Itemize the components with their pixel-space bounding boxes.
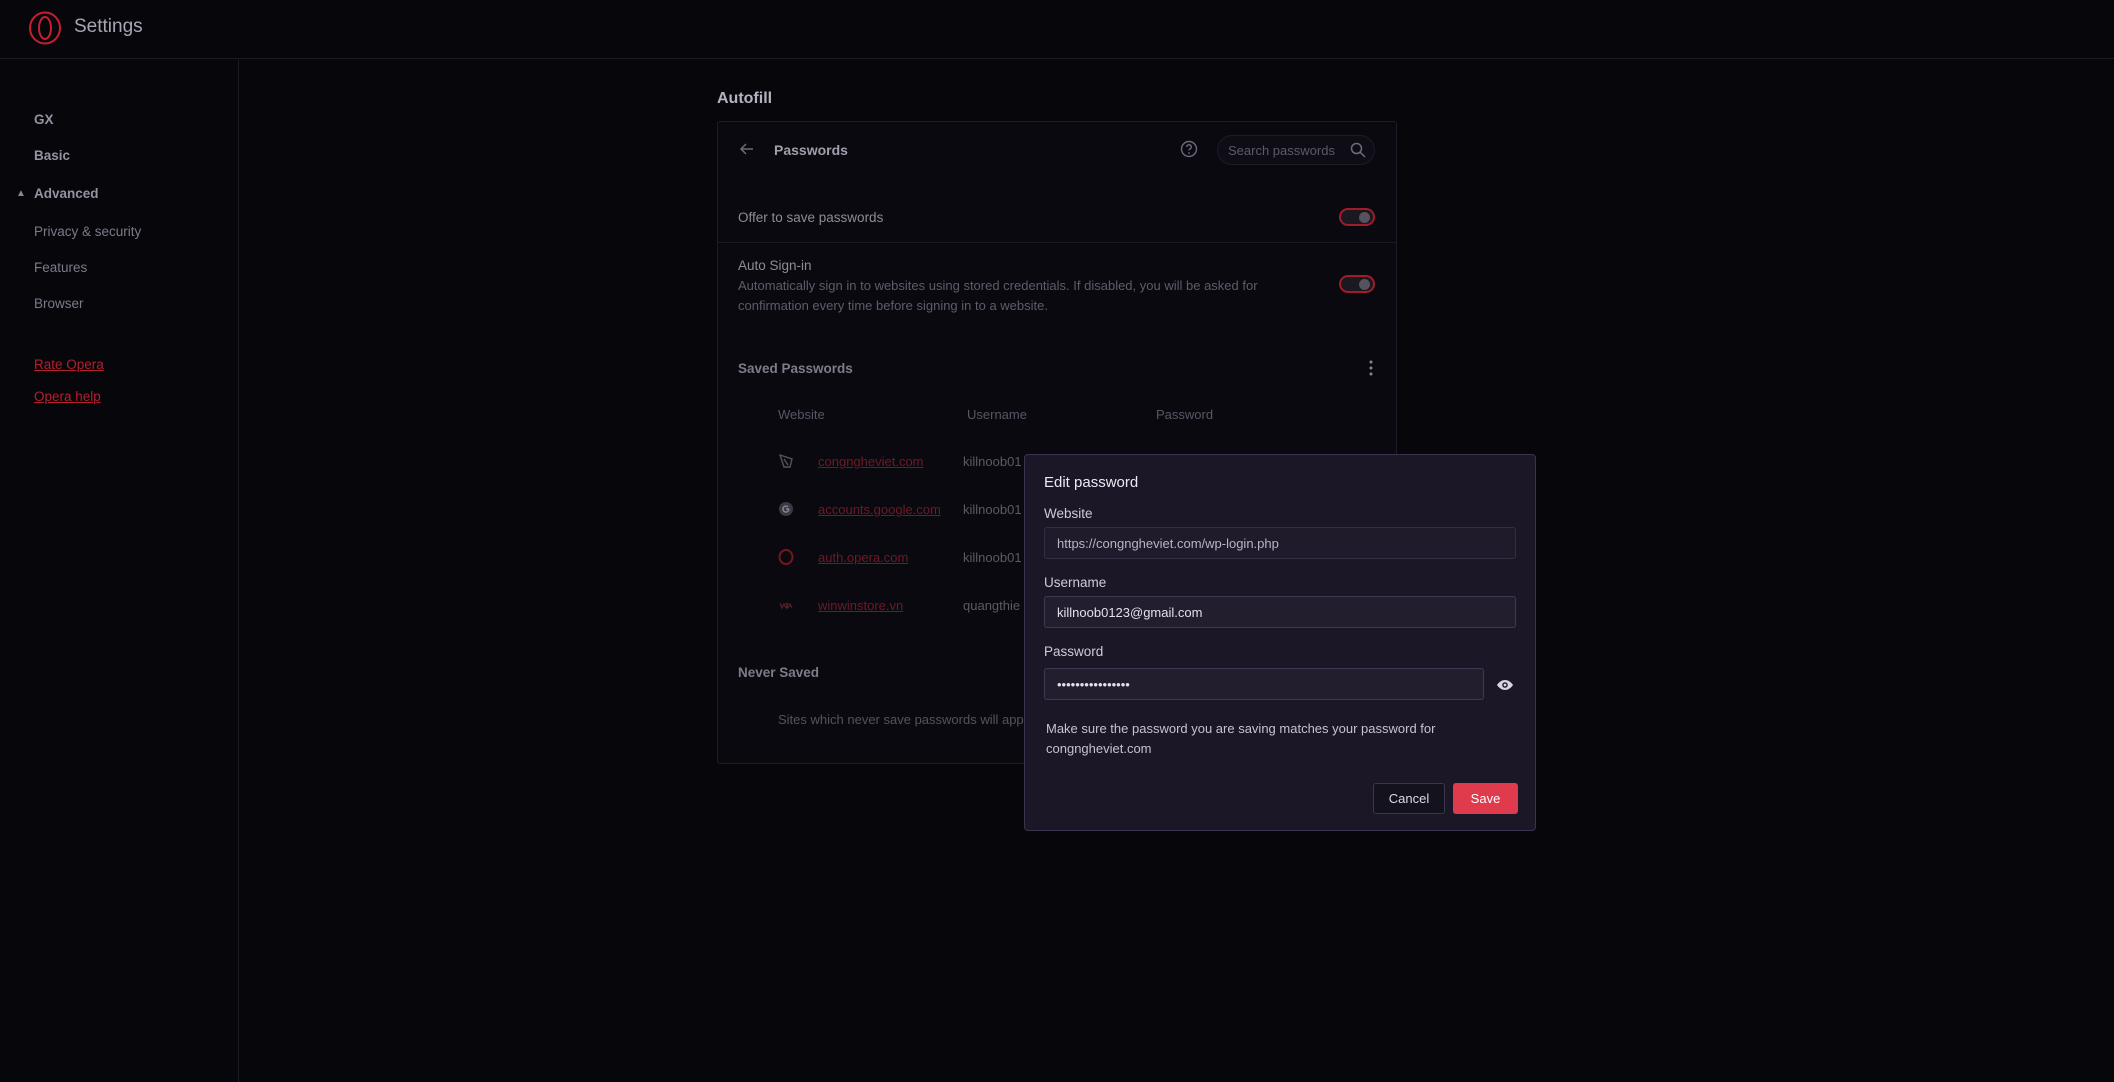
help-icon[interactable]: [1180, 140, 1198, 158]
saved-username: quangthie: [963, 598, 1021, 613]
saved-site-link[interactable]: accounts.google.com: [818, 502, 941, 517]
saved-username: killnoob01: [963, 550, 1022, 565]
column-header-username: Username: [967, 407, 1027, 422]
auto-signin-toggle[interactable]: [1339, 275, 1375, 293]
auto-signin-label: Auto Sign-in: [738, 258, 812, 273]
column-header-password: Password: [1156, 407, 1214, 422]
sidebar-item-browser[interactable]: Browser: [34, 296, 84, 311]
save-button[interactable]: Save: [1453, 783, 1518, 814]
dialog-title: Edit password: [1044, 474, 1139, 491]
app-title: Settings: [74, 16, 143, 37]
rate-opera-link[interactable]: Rate Opera: [34, 357, 104, 372]
more-options-icon[interactable]: [1363, 359, 1379, 377]
offer-to-save-toggle[interactable]: [1339, 208, 1375, 226]
panel-title: Passwords: [774, 142, 848, 158]
username-label: Username: [1044, 575, 1107, 590]
section-title: Autofill: [717, 90, 773, 107]
sidebar: GX Basic ▲ Advanced Privacy & security F…: [0, 60, 239, 1082]
username-field[interactable]: [1044, 596, 1516, 628]
divider: [718, 242, 1396, 243]
toggle-knob: [1359, 279, 1370, 290]
dialog-note: Make sure the password you are saving ma…: [1046, 721, 1436, 756]
opera-logo-icon: [29, 11, 61, 45]
never-saved-description: Sites which never save passwords will ap…: [778, 712, 1031, 727]
sidebar-item-features[interactable]: Features: [34, 260, 87, 275]
saved-username: killnoob01: [963, 502, 1022, 517]
offer-to-save-label: Offer to save passwords: [738, 210, 884, 225]
cancel-button[interactable]: Cancel: [1373, 783, 1445, 814]
toggle-knob: [1359, 212, 1370, 223]
edit-password-dialog: Edit password Website Username Password …: [1024, 454, 1536, 831]
shield-icon: [778, 453, 793, 468]
top-bar: Settings: [0, 0, 2114, 59]
saved-site-link[interactable]: congngheviet.com: [818, 454, 924, 469]
opera-help-link[interactable]: Opera help: [34, 389, 101, 404]
column-header-website: Website: [778, 407, 825, 422]
auto-signin-description: Automatically sign in to websites using …: [738, 278, 1258, 313]
saved-passwords-heading: Saved Passwords: [738, 361, 853, 376]
google-icon: [779, 502, 793, 516]
search-icon[interactable]: [1350, 142, 1366, 158]
ww-icon: [779, 602, 793, 610]
eye-icon[interactable]: [1496, 676, 1514, 694]
opera-icon: [778, 549, 794, 565]
collapse-caret-icon[interactable]: ▲: [16, 188, 26, 199]
search-box[interactable]: [1217, 135, 1375, 165]
sidebar-item-privacy-security[interactable]: Privacy & security: [34, 224, 141, 239]
saved-site-link[interactable]: winwinstore.vn: [818, 598, 903, 613]
password-field[interactable]: [1044, 668, 1484, 700]
sidebar-item-basic[interactable]: Basic: [34, 148, 70, 163]
back-arrow-icon[interactable]: [738, 140, 756, 158]
search-input[interactable]: [1228, 142, 1346, 158]
website-label: Website: [1044, 506, 1093, 521]
password-label: Password: [1044, 644, 1104, 659]
sidebar-item-advanced[interactable]: Advanced: [34, 186, 99, 201]
never-saved-heading: Never Saved: [738, 665, 820, 680]
website-field[interactable]: [1044, 527, 1516, 559]
saved-username: killnoob01: [963, 454, 1022, 469]
sidebar-item-gx[interactable]: GX: [34, 112, 54, 127]
saved-site-link[interactable]: auth.opera.com: [818, 550, 908, 565]
